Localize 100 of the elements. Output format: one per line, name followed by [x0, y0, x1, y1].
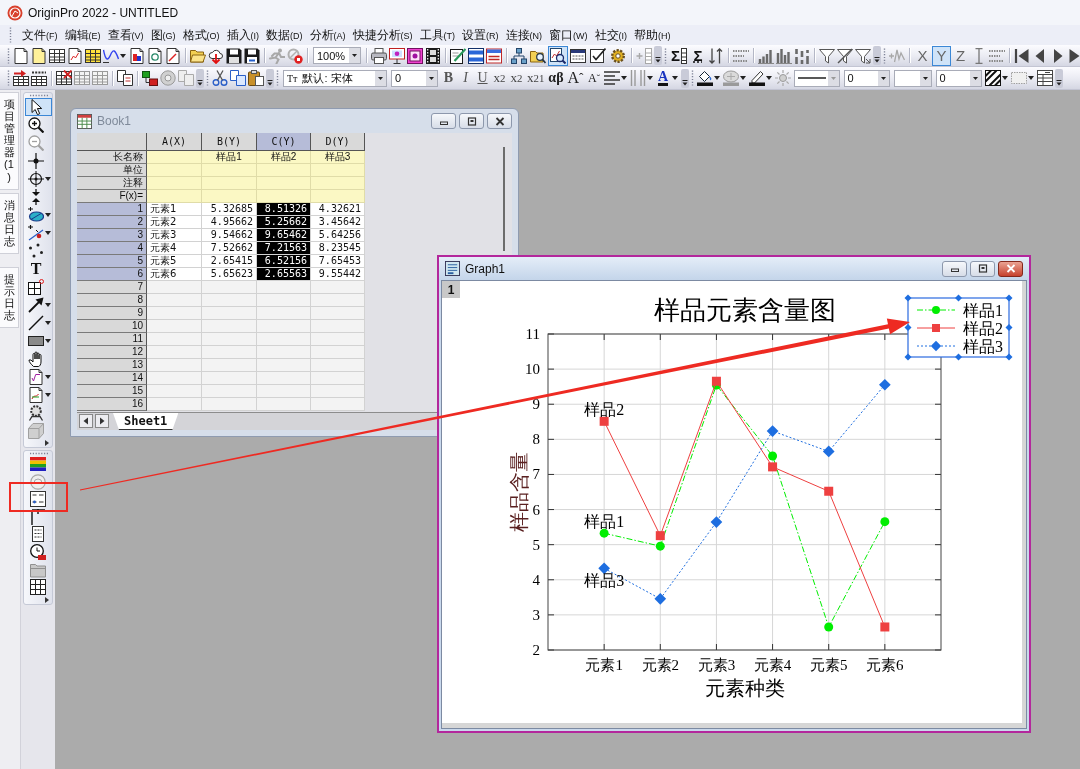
- underline-button[interactable]: U: [474, 68, 491, 88]
- dropdown-arrow-icon[interactable]: [1001, 76, 1008, 80]
- column-header[interactable]: B(Y): [202, 133, 257, 151]
- bar-chart-icon[interactable]: [776, 47, 792, 64]
- dotted-box-icon[interactable]: [1010, 70, 1027, 86]
- image-page-icon[interactable]: [129, 47, 145, 64]
- column-header[interactable]: D(Y): [311, 133, 365, 151]
- chevron-icon[interactable]: [1054, 68, 1063, 88]
- page-lines-icon[interactable]: [30, 526, 46, 543]
- row-header[interactable]: 6: [77, 268, 147, 281]
- value-dropdown[interactable]: 0: [935, 69, 982, 87]
- dropdown-arrow-icon[interactable]: [45, 393, 51, 397]
- row-header[interactable]: 8: [77, 294, 147, 307]
- cloud-download-icon[interactable]: [208, 47, 224, 64]
- dropdown-field[interactable]: [893, 69, 932, 87]
- bracket-icon[interactable]: [30, 508, 46, 525]
- grip-icon[interactable]: [7, 70, 10, 86]
- dropdown-arrow-icon[interactable]: [45, 321, 51, 325]
- menu-item[interactable]: 设置(R): [460, 25, 501, 45]
- pages-icon[interactable]: [117, 70, 133, 86]
- page-icon[interactable]: [31, 47, 47, 64]
- dropdown-arrow-icon[interactable]: [646, 76, 653, 80]
- first-arrow-icon[interactable]: [1014, 47, 1030, 64]
- funnel-icon[interactable]: [819, 47, 835, 64]
- square-frame-icon[interactable]: [407, 47, 423, 64]
- dropdown-arrow-icon[interactable]: [45, 231, 51, 235]
- resize-handle[interactable]: [955, 294, 962, 302]
- resize-handle[interactable]: [1005, 324, 1013, 331]
- floating-columns-icon[interactable]: [794, 47, 810, 64]
- ring-dot-icon[interactable]: [287, 47, 303, 64]
- printer-icon[interactable]: [371, 47, 387, 64]
- resize-handle[interactable]: [955, 353, 962, 361]
- menu-item[interactable]: 插入(I): [224, 25, 261, 45]
- film-strip-icon[interactable]: [425, 47, 441, 64]
- resize-handle[interactable]: [1005, 294, 1013, 302]
- menu-item[interactable]: 窗口(W): [547, 25, 590, 45]
- layer-tab[interactable]: 1: [442, 281, 460, 298]
- row-header[interactable]: 3: [77, 229, 147, 242]
- tool-button[interactable]: [25, 224, 52, 242]
- restore-button[interactable]: [459, 113, 484, 129]
- dropdown-arrow-icon[interactable]: [671, 76, 678, 80]
- blocks-icon[interactable]: [142, 70, 158, 86]
- column-header[interactable]: A(X): [147, 133, 202, 151]
- color-bars-icon[interactable]: [30, 456, 46, 472]
- grip-icon[interactable]: [29, 94, 49, 97]
- page-icon[interactable]: [165, 47, 181, 64]
- dropdown-arrow-icon[interactable]: [45, 375, 51, 379]
- window-icon[interactable]: [486, 47, 502, 64]
- presentation-icon[interactable]: [389, 47, 405, 64]
- menu-item[interactable]: 文件(F): [20, 25, 60, 45]
- close-button[interactable]: [487, 113, 512, 129]
- tool-button[interactable]: T: [25, 260, 52, 278]
- notepad-icon[interactable]: [450, 47, 466, 64]
- sum-button[interactable]: Σ: [669, 45, 689, 66]
- sheet-tab[interactable]: Sheet1: [113, 413, 179, 430]
- hierarchy-icon[interactable]: [511, 47, 527, 64]
- axis-button[interactable]: Z: [951, 45, 970, 66]
- menu-item[interactable]: 数据(D): [264, 25, 305, 45]
- scrollbar[interactable]: [503, 147, 505, 251]
- grip-icon[interactable]: [206, 70, 209, 86]
- grip-icon[interactable]: [29, 452, 49, 455]
- grip-icon[interactable]: [276, 70, 279, 86]
- table-corner[interactable]: [77, 133, 147, 151]
- copy-icon[interactable]: [230, 70, 246, 86]
- sort-icon[interactable]: [708, 47, 724, 64]
- menu-item[interactable]: 工具(T): [417, 25, 457, 45]
- resize-handle[interactable]: [904, 324, 912, 331]
- clock-icon[interactable]: [30, 543, 46, 560]
- chevron-icon[interactable]: [654, 46, 662, 65]
- row-header[interactable]: 16: [77, 398, 147, 411]
- tool-button[interactable]: [25, 170, 52, 188]
- dropdown-arrow-icon[interactable]: [1027, 76, 1034, 80]
- font-size-dropdown[interactable]: 0: [391, 69, 438, 87]
- pen-icon[interactable]: [748, 70, 765, 86]
- grip-icon[interactable]: [7, 47, 10, 64]
- grip-icon[interactable]: [690, 70, 694, 86]
- menu-item[interactable]: 查看(V): [105, 25, 146, 45]
- table-import-icon[interactable]: [13, 70, 29, 86]
- spreadsheet-icon[interactable]: [85, 47, 101, 64]
- zoom-dropdown[interactable]: 100%: [313, 47, 361, 64]
- paint-bucket-icon[interactable]: [696, 70, 713, 86]
- menu-item[interactable]: 编辑(E): [62, 25, 103, 45]
- dropdown-arrow-icon[interactable]: [45, 177, 51, 181]
- row-header[interactable]: 11: [77, 333, 147, 346]
- legend-icon[interactable]: [30, 491, 46, 508]
- dropdown-arrow-icon[interactable]: [120, 53, 126, 58]
- font-dropdown[interactable]: Tт 默认: 宋体: [283, 69, 387, 87]
- dropdown-arrow-icon[interactable]: [45, 303, 51, 307]
- minimize-button[interactable]: [942, 260, 967, 277]
- page-icon[interactable]: [147, 47, 163, 64]
- side-tab[interactable]: 提示日志: [0, 267, 19, 329]
- row-header[interactable]: 13: [77, 359, 147, 372]
- scissors-icon[interactable]: [212, 70, 228, 86]
- row-header[interactable]: 10: [77, 320, 147, 333]
- legend-frame[interactable]: [907, 297, 1010, 358]
- column-header[interactable]: C(Y): [257, 133, 311, 151]
- greek-letters-button[interactable]: αβ: [546, 68, 566, 88]
- last-arrow-icon[interactable]: [1068, 47, 1080, 64]
- grip-icon[interactable]: [883, 47, 886, 64]
- table-icon[interactable]: [31, 70, 47, 86]
